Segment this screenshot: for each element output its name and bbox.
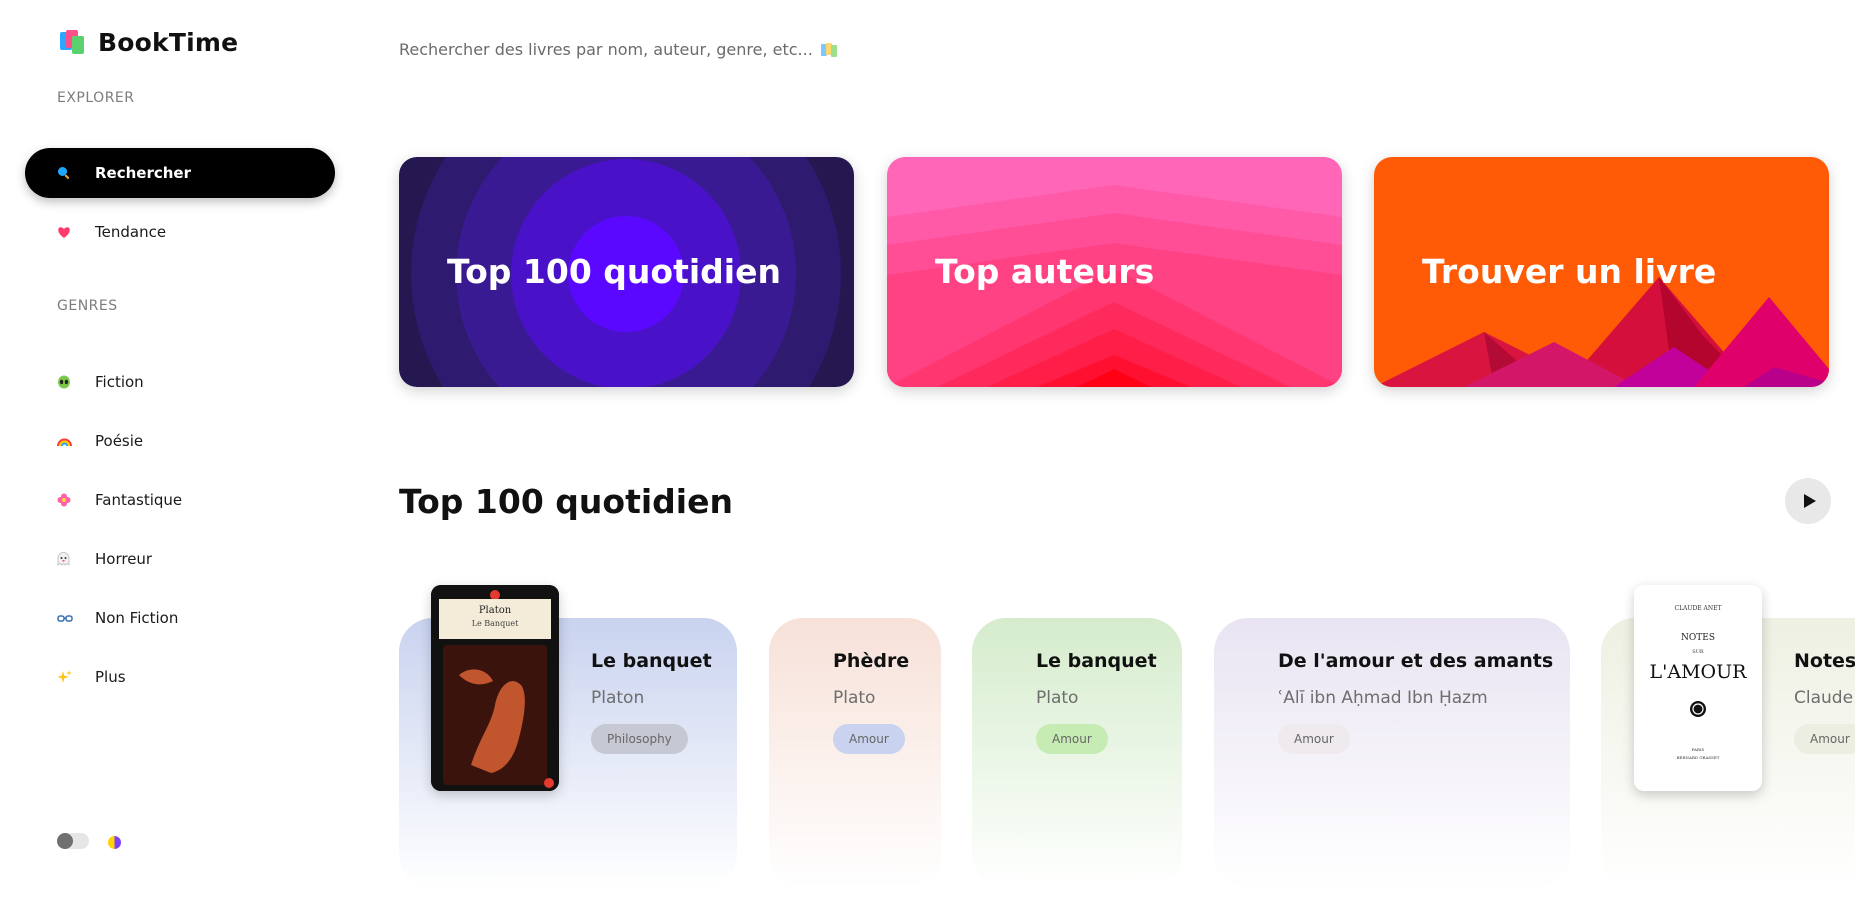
search-icon bbox=[57, 166, 87, 180]
nav-item-poetry[interactable]: Poésie bbox=[25, 416, 335, 466]
genre-tag[interactable]: Amour bbox=[1278, 724, 1350, 754]
book-card[interactable]: De l'amour et des amants ʿAlī ibn Aḥmad … bbox=[1214, 618, 1570, 888]
cover-line-1: NOTES bbox=[1681, 633, 1715, 643]
card-top-authors[interactable]: Top auteurs bbox=[887, 157, 1342, 387]
publisher-emblem-icon bbox=[1690, 701, 1706, 717]
genre-tag[interactable]: Amour bbox=[833, 724, 905, 754]
card-label: Top 100 quotidien bbox=[447, 252, 781, 291]
book-cover[interactable]: CLAUDE ANET NOTES SUR L'AMOUR PARIS BERN… bbox=[1634, 585, 1762, 791]
cover-subtitle: Le Banquet bbox=[471, 619, 519, 628]
genre-tag[interactable]: Amour bbox=[1036, 724, 1108, 754]
search-bar[interactable]: Rechercher des livres par nom, auteur, g… bbox=[399, 40, 837, 59]
card-label: Trouver un livre bbox=[1422, 252, 1717, 291]
card-label: Top auteurs bbox=[935, 252, 1155, 291]
card-find-a-book[interactable]: Trouver un livre bbox=[1374, 157, 1829, 387]
sparkles-icon bbox=[57, 669, 87, 685]
sidebar: BookTime EXPLORER Rechercher Tendance GE… bbox=[0, 0, 340, 909]
book-title: De l'amour et des amants bbox=[1278, 650, 1554, 672]
app-name: BookTime bbox=[98, 28, 239, 57]
nav-item-label: Horreur bbox=[95, 550, 153, 568]
nav-item-label: Rechercher bbox=[95, 164, 192, 182]
book-title: Le banquet bbox=[591, 650, 712, 672]
cover-line-2: SUR bbox=[1692, 649, 1704, 655]
book-author: ʿAlī ibn Aḥmad Ibn Ḥazm bbox=[1278, 688, 1488, 708]
cover-title: Platon bbox=[478, 605, 512, 616]
nav-item-label: Plus bbox=[95, 668, 126, 686]
card-top-100-daily[interactable]: Top 100 quotidien bbox=[399, 157, 854, 387]
book-title: Notes bbox=[1794, 650, 1855, 672]
nav-item-label: Non Fiction bbox=[95, 609, 179, 627]
nav-item-label: Tendance bbox=[95, 223, 167, 241]
book-author: Claude bbox=[1794, 688, 1854, 708]
book-cover[interactable]: Platon Le Banquet bbox=[431, 585, 559, 791]
nav-item-fantasy[interactable]: Fantastique bbox=[25, 475, 335, 525]
cover-line-3: L'AMOUR bbox=[1649, 661, 1747, 683]
genres-section-title: GENRES bbox=[57, 298, 118, 314]
section-title: Top 100 quotidien bbox=[399, 482, 733, 521]
nav-item-horror[interactable]: Horreur bbox=[25, 534, 335, 584]
theme-color-icon[interactable] bbox=[108, 836, 121, 849]
nav-item-label: Fiction bbox=[95, 373, 144, 391]
books-icon bbox=[820, 42, 837, 57]
ghost-icon bbox=[57, 552, 87, 566]
glasses-icon bbox=[57, 614, 87, 623]
nav-item-fiction[interactable]: Fiction bbox=[25, 357, 335, 407]
alien-icon bbox=[57, 375, 87, 389]
app-logo[interactable]: BookTime bbox=[60, 28, 238, 57]
cover-city: PARIS bbox=[1691, 747, 1705, 752]
nav-item-more[interactable]: Plus bbox=[25, 652, 335, 702]
cover-publisher: BERNARD GRASSET bbox=[1676, 755, 1720, 760]
nav-item-nonfiction[interactable]: Non Fiction bbox=[25, 593, 335, 643]
cover-author: CLAUDE ANET bbox=[1674, 605, 1722, 612]
nav-item-label: Poésie bbox=[95, 432, 144, 450]
book-author: Plato bbox=[833, 688, 876, 708]
play-button[interactable] bbox=[1785, 478, 1831, 524]
theme-toggle[interactable] bbox=[57, 833, 89, 849]
search-input[interactable]: Rechercher des livres par nom, auteur, g… bbox=[399, 40, 813, 59]
rainbow-icon bbox=[57, 435, 87, 447]
genre-tag[interactable]: Philosophy bbox=[591, 724, 688, 754]
nav-item-label: Fantastique bbox=[95, 491, 183, 509]
books-icon bbox=[60, 29, 86, 56]
nav-item-trending[interactable]: Tendance bbox=[25, 207, 335, 257]
explore-section-title: EXPLORER bbox=[57, 90, 135, 106]
flower-icon bbox=[57, 493, 87, 507]
book-card[interactable]: Phèdre Plato Amour bbox=[769, 618, 941, 888]
book-title: Phèdre bbox=[833, 650, 910, 672]
genre-tag[interactable]: Amour bbox=[1794, 724, 1855, 754]
play-icon bbox=[1803, 494, 1816, 508]
book-card[interactable]: Le banquet Plato Amour bbox=[972, 618, 1182, 888]
book-author: Plato bbox=[1036, 688, 1079, 708]
book-author: Platon bbox=[591, 688, 645, 708]
book-title: Le banquet bbox=[1036, 650, 1157, 672]
heart-icon bbox=[57, 226, 87, 239]
nav-item-search[interactable]: Rechercher bbox=[25, 148, 335, 198]
